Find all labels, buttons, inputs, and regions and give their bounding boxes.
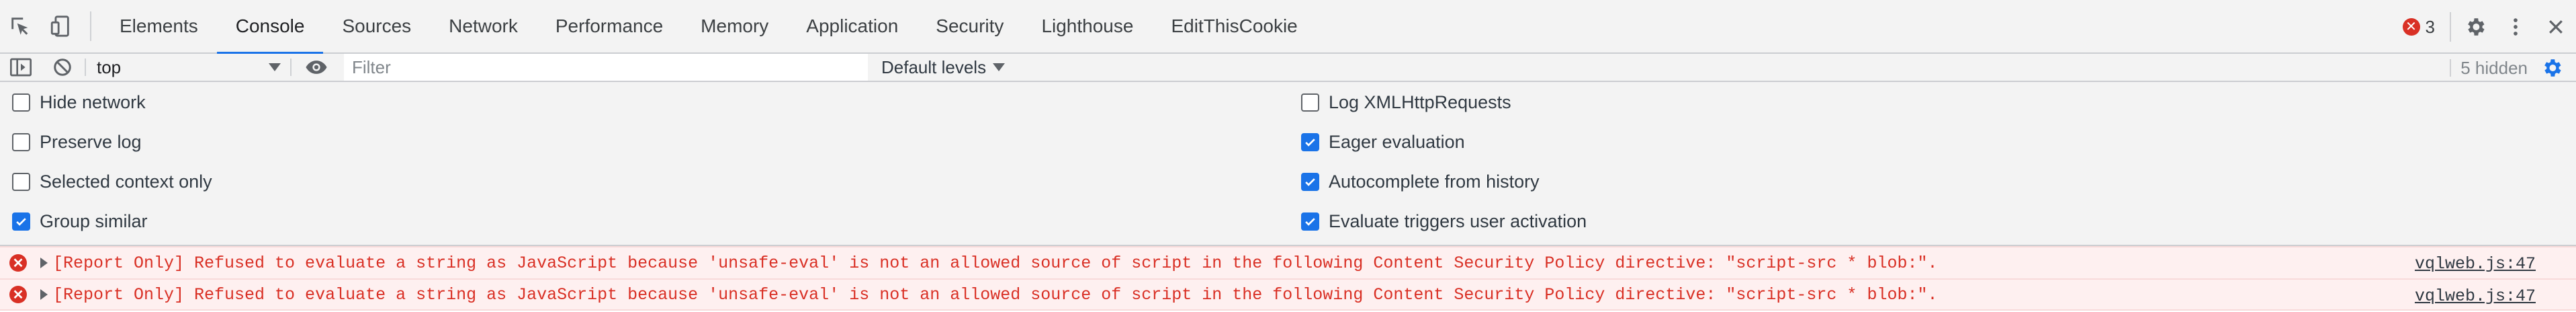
setting-label: Evaluate triggers user activation (1329, 210, 1587, 231)
device-toolbar-icon (50, 15, 69, 37)
log-levels-label: Default levels (881, 56, 987, 77)
error-circle-icon: ✕ (9, 254, 27, 272)
device-toolbar-button[interactable] (40, 0, 81, 53)
console-error-message[interactable]: ✕ [Report Only] Refused to evaluate a st… (0, 278, 2576, 311)
setting-preserve-log[interactable]: Preserve log (12, 122, 142, 161)
close-icon (2549, 20, 2563, 34)
clear-console-icon (54, 58, 71, 76)
console-settings-pane: Hide network Preserve log Selected conte… (0, 82, 2576, 246)
setting-evaluate-triggers-user-activation[interactable]: Evaluate triggers user activation (1301, 202, 1587, 241)
console-error-message[interactable]: ✕ [Report Only] Refused to evaluate a st… (0, 246, 2576, 278)
setting-group-similar[interactable]: Group similar (12, 202, 148, 241)
tab-editthiscookie[interactable]: EditThisCookie (1152, 0, 1316, 53)
settings-gear-icon (2544, 59, 2561, 77)
setting-label: Autocomplete from history (1329, 171, 1540, 192)
checkbox[interactable] (1301, 93, 1319, 112)
tab-application[interactable]: Application (787, 0, 917, 53)
toolbar-divider (2450, 59, 2451, 77)
tab-sources[interactable]: Sources (323, 0, 430, 53)
setting-eager-evaluation[interactable]: Eager evaluation (1301, 122, 1465, 161)
error-circle-icon: ✕ (9, 286, 27, 303)
clear-console-button[interactable] (42, 53, 83, 81)
tabbar-right-controls: ✕ 3 (2392, 0, 2576, 54)
tab-lighthouse[interactable]: Lighthouse (1022, 0, 1152, 53)
setting-hide-network[interactable]: Hide network (12, 83, 146, 122)
setting-label: Group similar (40, 210, 148, 231)
error-count: 3 (2425, 16, 2435, 37)
tab-performance[interactable]: Performance (537, 0, 682, 53)
inspect-element-button[interactable] (0, 0, 40, 53)
checkbox[interactable] (12, 132, 30, 151)
javascript-context-select[interactable]: top (89, 55, 290, 79)
context-value: top (97, 56, 122, 77)
console-sidebar-icon (10, 58, 32, 77)
devtools-tab-bar: Elements Console Sources Network Perform… (0, 0, 2576, 54)
toolbar-divider (85, 58, 86, 76)
close-devtools-button[interactable] (2536, 0, 2576, 54)
tab-console[interactable]: Console (216, 0, 324, 54)
console-toolbar: top Default levels 5 hidden (0, 54, 2576, 82)
show-sidebar-button[interactable] (0, 53, 42, 81)
checkbox[interactable] (1301, 172, 1319, 191)
message-text: [Report Only] Refused to evaluate a stri… (53, 253, 1938, 273)
console-settings-button[interactable] (2533, 54, 2571, 82)
live-expression-button[interactable] (296, 53, 337, 81)
tab-elements[interactable]: Elements (101, 0, 217, 53)
eye-icon (306, 61, 327, 74)
more-options-button[interactable] (2495, 0, 2536, 54)
error-count-badge[interactable]: ✕ 3 (2392, 17, 2446, 38)
toolbar-divider (290, 58, 292, 76)
tab-memory[interactable]: Memory (682, 0, 787, 53)
message-source-link[interactable]: vqlweb.js:47 (2415, 247, 2536, 280)
inspect-element-icon (11, 17, 28, 35)
more-vertical-icon (2514, 18, 2518, 36)
expand-triangle-icon[interactable] (40, 289, 48, 300)
hidden-messages-count: 5 hidden (2460, 57, 2528, 78)
toolbar-divider (2450, 12, 2451, 42)
filter-input[interactable] (344, 54, 868, 81)
expand-triangle-icon[interactable] (40, 258, 48, 268)
setting-label: Preserve log (40, 131, 142, 152)
setting-autocomplete-from-history[interactable]: Autocomplete from history (1301, 162, 1540, 201)
settings-gear-icon (2468, 18, 2485, 36)
setting-log-xmlhttprequests[interactable]: Log XMLHttpRequests (1301, 83, 1511, 122)
toolbar-divider (90, 11, 91, 41)
log-levels-dropdown[interactable]: Default levels (881, 56, 1006, 78)
chevron-down-icon (993, 63, 1006, 71)
error-circle-icon: ✕ (2402, 18, 2420, 36)
settings-button[interactable] (2455, 0, 2495, 54)
checkbox[interactable] (12, 93, 30, 112)
console-messages: ✕ [Report Only] Refused to evaluate a st… (0, 246, 2576, 312)
setting-label: Hide network (40, 91, 146, 112)
setting-label: Eager evaluation (1329, 131, 1465, 152)
setting-selected-context-only[interactable]: Selected context only (12, 162, 212, 201)
checkbox[interactable] (12, 172, 30, 191)
tab-security[interactable]: Security (917, 0, 1022, 53)
checkbox[interactable] (1301, 132, 1319, 151)
message-source-link[interactable]: vqlweb.js:47 (2415, 280, 2536, 312)
checkbox[interactable] (12, 212, 30, 231)
setting-label: Log XMLHttpRequests (1329, 91, 1511, 112)
tab-network[interactable]: Network (430, 0, 537, 53)
message-text: [Report Only] Refused to evaluate a stri… (53, 284, 1938, 305)
chevron-down-icon (269, 63, 281, 71)
setting-label: Selected context only (40, 171, 212, 192)
checkbox[interactable] (1301, 212, 1319, 231)
